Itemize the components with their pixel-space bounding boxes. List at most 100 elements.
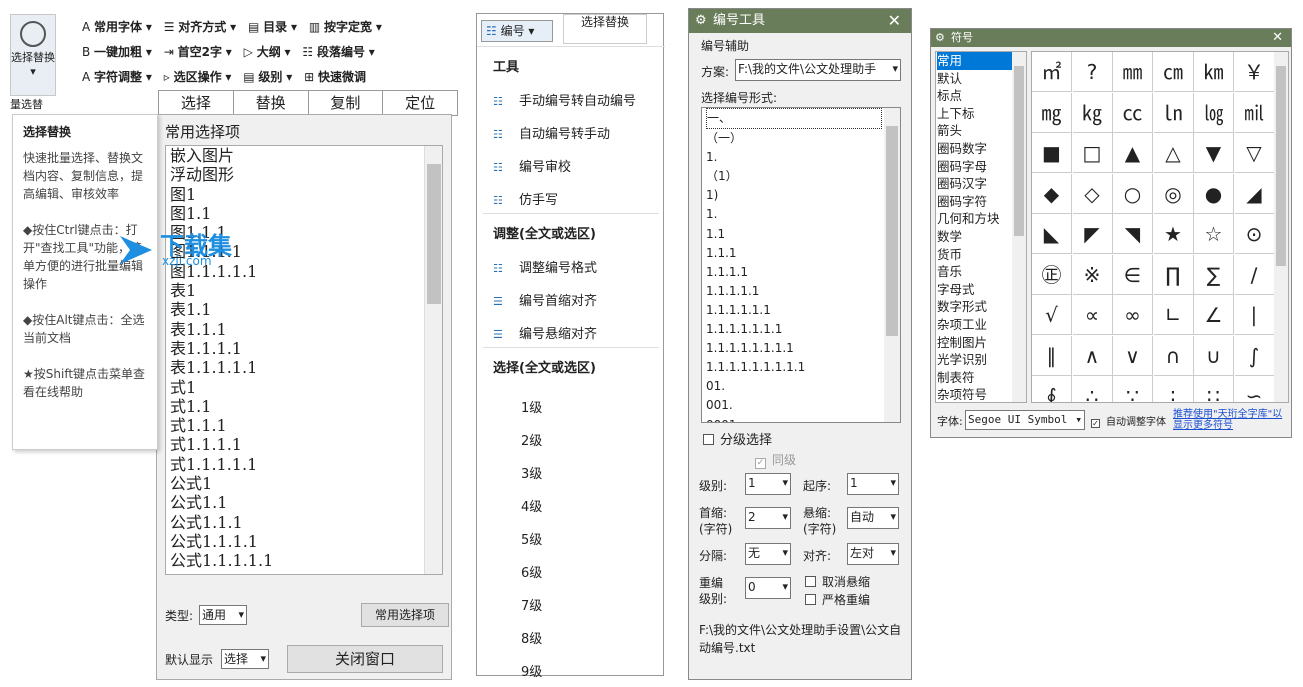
auto-font-checkbox[interactable]: ✓ 自动调整字体	[1091, 413, 1166, 428]
number-form-item[interactable]: 1.1.1.1.1.1	[706, 301, 900, 320]
ribbon-btn-char[interactable]: A 字符调整 ▾	[82, 68, 152, 85]
ribbon-btn-selection[interactable]: ▹ 选区操作 ▾	[164, 68, 232, 85]
number-form-list[interactable]: 一、 （一） 1. （1） 1) 1. 1.1 1.1.1 1.1.1.1 1.1.1.1.1 1.…	[701, 107, 901, 423]
ribbon-btn-indent[interactable]: ⇥ 首空2字 ▾	[164, 43, 232, 60]
menu-level-6[interactable]: 6级	[521, 562, 542, 581]
number-form-item[interactable]: 1.1.1	[706, 244, 900, 263]
numbering-button[interactable]: ☷ 编号 ▾	[481, 20, 553, 42]
scrollbar-thumb[interactable]	[1014, 66, 1024, 236]
symbol-cell[interactable]: ◇	[1072, 173, 1113, 214]
scheme-select[interactable]: F:\我的文件\公文处理助手	[735, 59, 901, 81]
symbol-cell[interactable]: ∮	[1032, 376, 1072, 402]
ribbon-btn-paranum[interactable]: ☷ 段落编号 ▾	[302, 43, 374, 60]
menu-auto-to-manual[interactable]: ☷ 自动编号转手动	[493, 123, 610, 142]
symbol-cell[interactable]: ∕	[1234, 254, 1275, 295]
ribbon-btn-width[interactable]: ▥ 按字定宽 ▾	[309, 18, 382, 35]
symbol-cell[interactable]: ㎎	[1032, 92, 1072, 133]
symbol-category-item[interactable]: 常用	[937, 52, 1012, 70]
number-form-item[interactable]: （1）	[706, 167, 900, 186]
symbol-cell[interactable]: ∵	[1113, 376, 1153, 402]
menu-level-7[interactable]: 7级	[521, 595, 542, 614]
symbol-cell[interactable]: ●	[1194, 173, 1234, 214]
close-icon[interactable]: ✕	[888, 9, 901, 33]
symbol-cell[interactable]: ◤	[1072, 214, 1113, 254]
symbol-cell[interactable]: ㎡	[1032, 52, 1072, 92]
menu-manual-to-auto[interactable]: ☷ 手动编号转自动编号	[493, 90, 636, 109]
symbol-cell[interactable]: ∟	[1153, 295, 1194, 335]
symbol-cell[interactable]: ☆	[1194, 214, 1234, 254]
symbol-cell[interactable]: ㎞	[1194, 52, 1234, 92]
ribbon-btn-tune[interactable]: ⊞ 快速微调	[304, 68, 366, 85]
symbol-cell[interactable]: ∨	[1113, 335, 1153, 376]
symbol-cell[interactable]: ※	[1072, 254, 1113, 295]
number-form-item[interactable]: 01.	[706, 377, 900, 396]
renum-select[interactable]: 0	[745, 577, 791, 599]
split-select-checkbox[interactable]: 分级选择	[703, 429, 772, 448]
select-list-item[interactable]: 公式1.1.1.1.1	[170, 551, 442, 570]
menu-level-9[interactable]: 9级	[521, 661, 542, 680]
ribbon-btn-toc[interactable]: ▤ 目录 ▾	[248, 18, 297, 35]
symbol-cell[interactable]: ★	[1153, 214, 1194, 254]
symbol-cell[interactable]: ㏕	[1234, 92, 1275, 133]
select-list-item[interactable]: 表1	[170, 281, 442, 300]
cancel-hang-checkbox[interactable]: 取消悬缩	[805, 573, 870, 590]
type-select[interactable]: 通用	[199, 605, 247, 625]
hang-indent-select[interactable]: 自动	[847, 507, 899, 529]
tab-select[interactable]: 选择	[159, 91, 234, 115]
number-form-item[interactable]: 0001.	[706, 416, 900, 423]
symbol-cell[interactable]: ∷	[1194, 376, 1234, 402]
number-form-item[interactable]: 1.1.1.1.1.1.1.1	[706, 339, 900, 358]
scrollbar[interactable]	[424, 146, 442, 574]
select-list-item[interactable]: 公式1.1.1	[170, 513, 442, 532]
ribbon-btn-align[interactable]: ☰ 对齐方式 ▾	[164, 18, 236, 35]
start-select[interactable]: 1	[847, 473, 899, 495]
symbol-cell[interactable]: ◣	[1032, 214, 1072, 254]
symbol-cell[interactable]: ?	[1072, 52, 1113, 92]
number-form-item[interactable]: （一）	[706, 129, 900, 148]
select-list-item[interactable]: 式1.1.1.1.1	[170, 455, 442, 474]
menu-level-8[interactable]: 8级	[521, 628, 542, 647]
select-list-item[interactable]: 表1.1.1	[170, 320, 442, 339]
select-item-list[interactable]: 嵌入图片 浮动图形 图1 图1.1 图1.1.1 图1.1.1.1 图1.1.1.1.1 表1…	[165, 145, 443, 575]
scrollbar-thumb[interactable]	[1276, 66, 1286, 266]
symbol-grid[interactable]: ㎡? ㎜㎝㎞ ￥ ㎎㎏㏄㏑㏒㏕ ■ □ ▲ △ ▼ ▽ ◆ ◇ ○ ◎ ● ◢ ◣ ◤ ◥ ★ ☆ ⊙ ㊣ ※ ∈ ∏ ∑ ∕ √ ∝ ∞ ∟…	[1031, 51, 1289, 403]
symbol-cell[interactable]: ∫	[1234, 335, 1275, 376]
default-show-select[interactable]: 选择	[221, 649, 269, 669]
symbol-cell[interactable]: ∶	[1154, 376, 1194, 402]
tab-locate[interactable]: 定位	[383, 91, 457, 115]
common-select-button[interactable]: 常用选择项	[361, 603, 449, 627]
align-select[interactable]: 左对	[847, 543, 899, 565]
number-form-item[interactable]: 001.	[706, 396, 900, 415]
menu-handwrite[interactable]: ☷ 仿手写	[493, 189, 558, 208]
sep-select[interactable]: 无	[745, 543, 791, 565]
menu-adjust-format[interactable]: ☷ 调整编号格式	[493, 257, 597, 276]
scrollbar-thumb[interactable]	[886, 126, 898, 336]
menu-first-indent-align[interactable]: ☰ 编号首缩对齐	[493, 290, 597, 309]
symbol-cell[interactable]: □	[1072, 133, 1113, 173]
number-form-item[interactable]: 1.1.1.1.1.1.1.1.1	[706, 358, 900, 377]
symbol-cell[interactable]: ㎜	[1113, 52, 1153, 92]
tab-replace[interactable]: 替换	[233, 91, 309, 115]
symbol-cell[interactable]: ∪	[1194, 335, 1234, 376]
scrollbar[interactable]	[1274, 52, 1288, 402]
number-form-item[interactable]: 1.1.1.1.1.1.1	[706, 320, 900, 339]
symbol-cell[interactable]: ∣	[1234, 295, 1275, 335]
symbol-cell[interactable]: ⊙	[1234, 214, 1275, 254]
menu-level-5[interactable]: 5级	[521, 529, 542, 548]
symbol-cell[interactable]: △	[1153, 133, 1194, 173]
ribbon-btn-level[interactable]: ▤ 级别 ▾	[243, 68, 292, 85]
symbol-category-list[interactable]: 常用 默认 标点 上下标 箭头 圈码数字 圈码字母 圈码汉字 圈码字符 几何和方块 数学 货币 音乐 字母…	[935, 51, 1027, 403]
symbol-cell[interactable]: ∑	[1194, 254, 1234, 295]
number-form-item[interactable]: 1.1	[706, 225, 900, 244]
ribbon-btn-outline[interactable]: ▷ 大纲 ▾	[244, 43, 291, 60]
symbol-cell[interactable]: ▲	[1113, 133, 1153, 173]
symbol-cell[interactable]: ◢	[1234, 173, 1275, 214]
select-list-item[interactable]: 公式1.1	[170, 493, 442, 512]
select-list-item[interactable]: 图1	[170, 185, 442, 204]
number-form-item[interactable]: 1.1.1.1.1	[706, 282, 900, 301]
select-list-item[interactable]: 式1.1.1	[170, 416, 442, 435]
close-window-button[interactable]: 关闭窗口	[287, 645, 443, 673]
select-list-item[interactable]: 浮动图形	[170, 165, 442, 184]
select-list-item[interactable]: 表1.1.1.1	[170, 339, 442, 358]
symbol-cell[interactable]: ∈	[1113, 254, 1153, 295]
